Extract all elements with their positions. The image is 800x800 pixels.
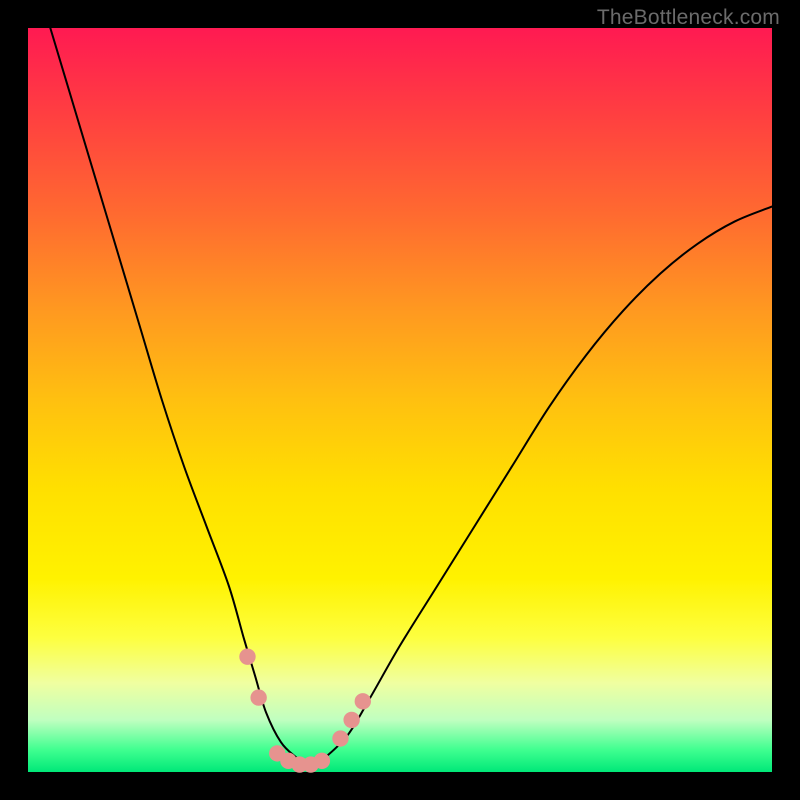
- curve-line: [50, 28, 772, 765]
- curve-marker: [355, 693, 371, 709]
- curve-marker: [332, 730, 348, 746]
- curve-marker: [250, 689, 266, 705]
- chart-plot-area: [28, 28, 772, 772]
- curve-marker: [314, 753, 330, 769]
- curve-marker: [343, 712, 359, 728]
- watermark-text: TheBottleneck.com: [597, 6, 780, 30]
- chart-svg: [28, 28, 772, 772]
- curve-marker: [239, 648, 255, 664]
- curve-markers: [239, 648, 371, 772]
